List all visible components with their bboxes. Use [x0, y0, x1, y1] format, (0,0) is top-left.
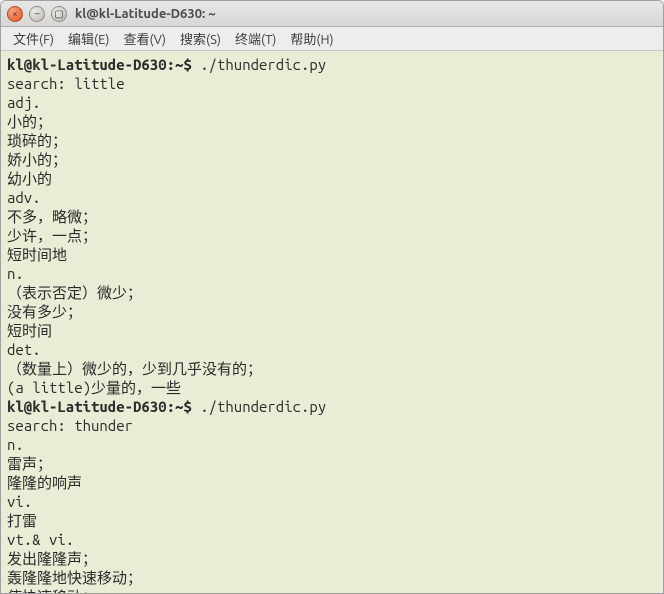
window-controls: × – ▢ [7, 6, 67, 22]
menu-view[interactable]: 查看(V) [118, 27, 172, 50]
menu-file[interactable]: 文件(F) [7, 27, 60, 50]
window-title: kl@kl-Latitude-D630: ~ [75, 7, 216, 21]
titlebar[interactable]: × – ▢ kl@kl-Latitude-D630: ~ [1, 1, 663, 27]
close-icon[interactable]: × [7, 6, 23, 22]
menu-edit[interactable]: 编辑(E) [62, 27, 115, 50]
minimize-icon[interactable]: – [29, 6, 45, 22]
menu-terminal[interactable]: 终端(T) [229, 27, 282, 50]
terminal-window: × – ▢ kl@kl-Latitude-D630: ~ 文件(F) 编辑(E)… [0, 0, 664, 594]
menu-help[interactable]: 帮助(H) [284, 27, 339, 50]
terminal-output[interactable]: kl@kl-Latitude-D630:~$ ./thunderdic.pyse… [1, 51, 663, 593]
menubar: 文件(F) 编辑(E) 查看(V) 搜索(S) 终端(T) 帮助(H) [1, 27, 663, 51]
menu-search[interactable]: 搜索(S) [174, 27, 227, 50]
maximize-icon[interactable]: ▢ [51, 6, 67, 22]
